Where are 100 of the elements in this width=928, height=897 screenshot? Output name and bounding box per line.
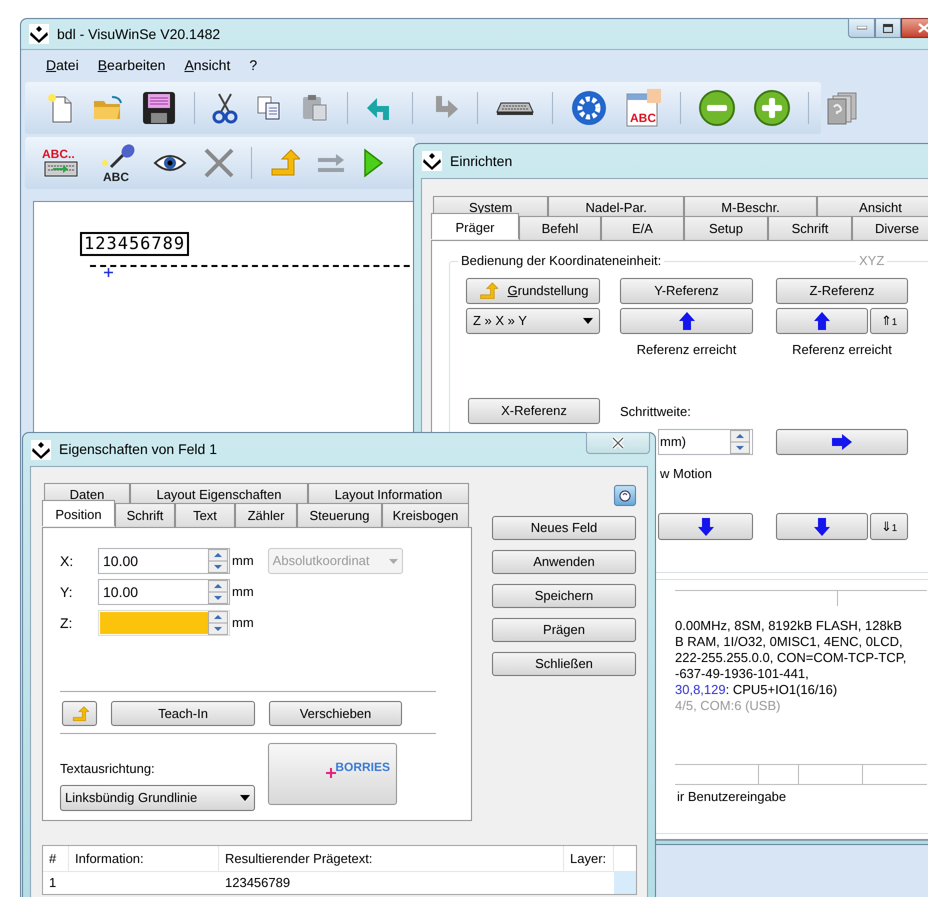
reference-button[interactable]: X-Referenz [468, 398, 600, 424]
tab[interactable]: Steuerung [297, 503, 382, 527]
field-label: Textausrichtung: [60, 760, 156, 778]
maximize-button[interactable] [875, 18, 901, 38]
coordinate-field[interactable]: 10.00 [98, 579, 230, 605]
caret-icon[interactable] [583, 318, 593, 324]
unit-label: mm [232, 614, 254, 632]
up-arrow-icon [814, 312, 830, 330]
help-button[interactable] [614, 485, 636, 506]
step-up-button[interactable]: ⇑$_{1}$ [870, 308, 908, 334]
tab[interactable]: Diverse [852, 216, 928, 240]
info-text: 222-255.255.0.0, CON=COM-TCP-TCP, [675, 650, 908, 666]
info-text: 4/5, COM:6 (USB) [675, 698, 782, 714]
tab[interactable]: Schrift [768, 216, 852, 240]
position-marker-icon [104, 268, 113, 277]
tab[interactable]: Schrift [115, 503, 175, 527]
canvas-text-field[interactable]: 123456789 [80, 232, 190, 256]
window-title: bdl - VisuWinSe V20.1482 [57, 24, 220, 44]
menu-item[interactable]: Datei [46, 54, 79, 76]
tab[interactable]: E/A [601, 216, 684, 240]
unit-label: mm [232, 552, 254, 570]
tab[interactable]: Layout Information [308, 483, 469, 504]
tab[interactable]: Kreisbogen [382, 503, 469, 527]
dialog-button[interactable]: Schließen [492, 652, 636, 676]
up-arrow-icon [678, 312, 694, 330]
tab[interactable]: Zähler [235, 503, 297, 527]
tab[interactable]: Nadel-Par. [548, 196, 684, 217]
plus-circle-icon[interactable] [753, 89, 791, 127]
move-right-button[interactable] [776, 428, 908, 454]
group-title: Bedienung der Koordinateneinheit: [458, 253, 664, 269]
position-marker-icon [326, 768, 336, 778]
field-label: Z: [60, 614, 74, 632]
dialog-button[interactable]: Neues Feld [492, 516, 636, 540]
settings-icon[interactable] [570, 89, 608, 127]
cross-icon[interactable] [203, 147, 235, 179]
spin-buttons[interactable] [208, 549, 228, 573]
step-field[interactable]: mm) [658, 428, 753, 454]
tab[interactable]: Layout Eigenschaften [130, 483, 308, 504]
info-text: -637-49-1936-101-441, [675, 666, 810, 682]
close-icon [611, 437, 625, 449]
move-up-button[interactable] [620, 308, 753, 334]
coordinate-field[interactable] [98, 610, 230, 636]
teach-in-button[interactable]: Teach-In [111, 701, 255, 726]
info-text: B RAM, 1I/O32, 0MISC1, 4ENC, 0LCD, [675, 634, 904, 650]
order-dropdown[interactable]: Z » X » Y [466, 308, 600, 334]
tab[interactable]: Befehl [519, 216, 601, 240]
field-label: X: [60, 552, 74, 570]
spin-buttons[interactable] [730, 430, 750, 454]
move-down-button[interactable] [776, 513, 868, 540]
table-cell-text: 1 [48, 874, 58, 892]
field-label: Y: [60, 582, 74, 602]
scissors-icon[interactable] [212, 92, 238, 124]
folder-icon[interactable] [92, 95, 124, 121]
dialog-button[interactable]: Prägen [492, 618, 636, 642]
alignment-dropdown[interactable]: Linksbündig Grundlinie [60, 784, 255, 810]
move-down-button[interactable] [658, 513, 753, 540]
minus-circle-icon[interactable] [698, 89, 736, 127]
tab[interactable]: Text [175, 503, 235, 527]
up-arrow-icon [70, 704, 88, 722]
unit-label: mm [232, 583, 254, 602]
move-up-button[interactable] [776, 308, 868, 334]
table-cell [614, 872, 636, 894]
column-header: Layer: [564, 846, 614, 871]
tab[interactable]: Position [42, 500, 115, 526]
tab[interactable]: M-Beschr. [684, 196, 817, 217]
table-cell-text: 123456789 [224, 874, 292, 892]
home-button[interactable]: Grundstellung [466, 278, 600, 304]
tab[interactable]: Ansicht [816, 196, 928, 217]
reference-button[interactable]: Z-Referenz [776, 278, 908, 304]
home-button[interactable] [62, 701, 97, 726]
play-icon[interactable] [362, 147, 384, 179]
menu-item[interactable]: Bearbeiten [98, 54, 166, 76]
tab[interactable]: Setup [684, 216, 768, 240]
info-text: 0.00MHz, 8SM, 8192kB FLASH, 128kB [675, 618, 903, 634]
menu-item[interactable]: ? [249, 54, 258, 76]
address-text: 30,8,129 [675, 682, 726, 698]
tab[interactable]: Präger [431, 213, 519, 239]
status-text: Referenz erreicht [636, 341, 738, 359]
down-arrow-icon [698, 518, 714, 536]
maximize-icon [883, 24, 893, 32]
eye-icon[interactable] [153, 152, 187, 174]
down-arrow-icon [814, 518, 830, 536]
move-button[interactable]: Verschieben [269, 701, 402, 726]
caret-icon[interactable] [240, 794, 250, 800]
reference-button[interactable]: Y-Referenz [620, 278, 753, 304]
dialog-button[interactable]: Anwenden [492, 550, 636, 574]
menu-item[interactable]: Ansicht [184, 54, 230, 76]
dialog-button[interactable]: Speichern [492, 584, 636, 608]
spin-buttons[interactable] [208, 580, 228, 604]
step-down-button[interactable]: ⇓$_{1}$ [870, 513, 908, 540]
field-label: Schrittweite: [620, 403, 691, 422]
minimize-button[interactable] [848, 18, 875, 38]
spin-buttons[interactable] [208, 611, 228, 635]
coordinate-field[interactable]: 10.00 [98, 548, 230, 574]
info-text: : CPU5+IO1(16/16) [726, 682, 838, 698]
app-logo-icon [31, 440, 51, 460]
column-header: Resultierender Prägetext: [219, 846, 564, 871]
keyboard-icon[interactable] [495, 100, 535, 116]
help-icon [619, 490, 631, 502]
app-logo-icon [29, 24, 49, 44]
